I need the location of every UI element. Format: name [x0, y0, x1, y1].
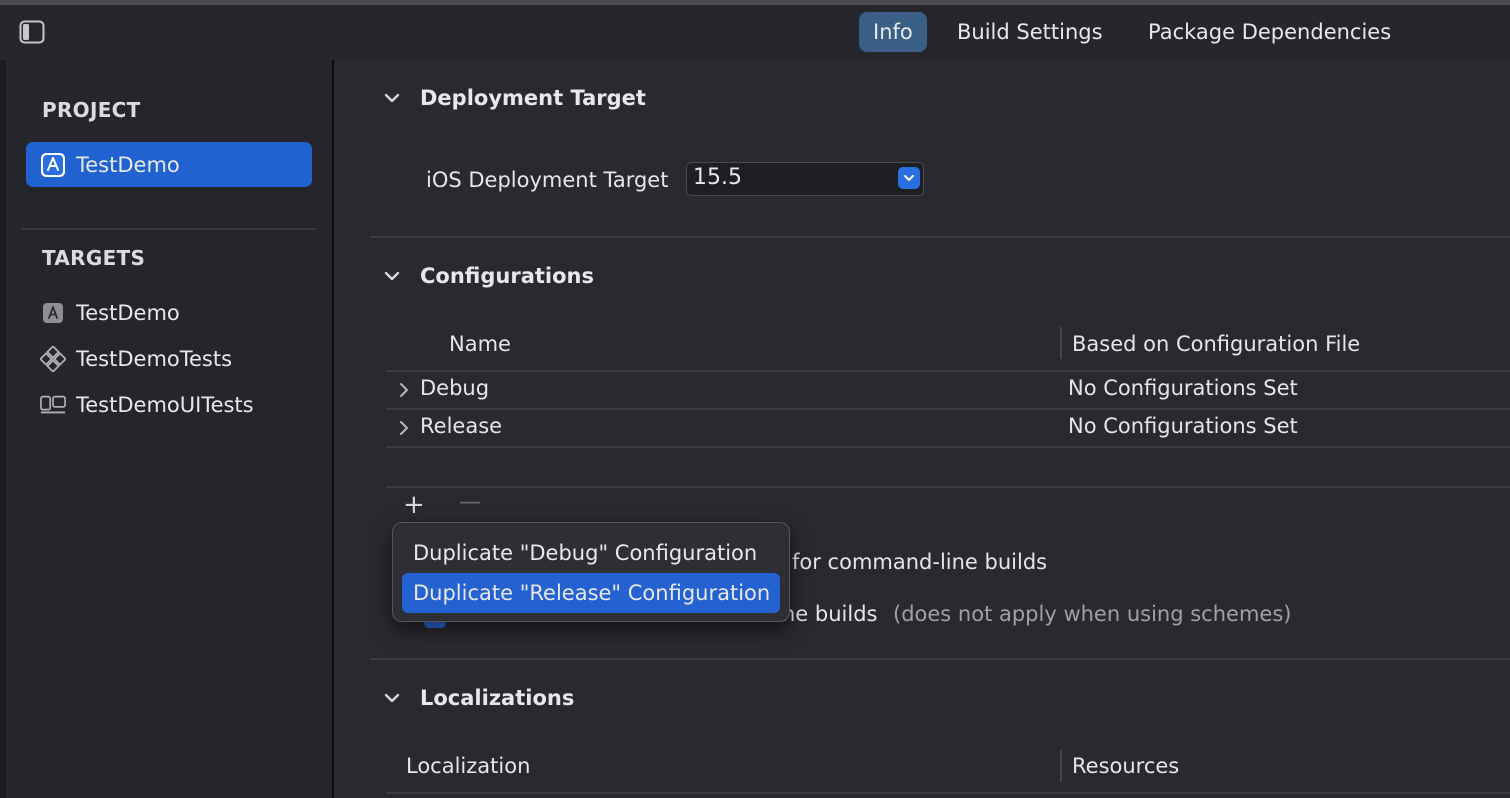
remove-configuration-button[interactable]: — — [459, 490, 481, 515]
config-name-debug: Debug — [420, 376, 490, 400]
column-divider — [1060, 750, 1062, 782]
row-divider — [386, 408, 1510, 410]
ios-deployment-target-value: 15.5 — [693, 165, 742, 190]
sidebar-item-target-testdemo[interactable]: TestDemo — [26, 290, 312, 335]
sidebar-item-label: TestDemo — [76, 152, 180, 177]
editor-toolbar: Info Build Settings Package Dependencies — [0, 5, 1510, 60]
sidebar-item-project-testdemo[interactable]: TestDemo — [26, 142, 312, 187]
sidebar-toggle-icon[interactable] — [19, 20, 45, 44]
app-target-icon — [40, 300, 66, 326]
section-divider — [370, 658, 1510, 660]
chevron-down-icon[interactable] — [384, 690, 400, 706]
add-configuration-button[interactable]: + — [403, 490, 425, 520]
chevron-down-icon — [898, 167, 920, 189]
config-file-release: No Configurations Set — [1068, 414, 1298, 438]
tab-package-dependencies[interactable]: Package Dependencies — [1134, 12, 1405, 52]
section-divider — [370, 236, 1510, 238]
ui-test-icon — [40, 392, 66, 418]
column-header-based-on[interactable]: Based on Configuration File — [1072, 332, 1360, 356]
chevron-down-icon[interactable] — [384, 268, 400, 284]
table-bottom-divider — [386, 486, 1510, 488]
column-divider — [1060, 327, 1062, 359]
app-project-icon — [40, 152, 66, 178]
schemes-note: (does not apply when using schemes) — [893, 602, 1292, 626]
sidebar-separator — [22, 228, 316, 230]
configurations-title: Configurations — [420, 264, 594, 288]
column-header-resources[interactable]: Resources — [1072, 754, 1179, 778]
deployment-target-title: Deployment Target — [420, 86, 646, 110]
add-configuration-menu: Duplicate "Debug" Configuration Duplicat… — [392, 522, 790, 622]
table-header-divider — [386, 370, 1510, 372]
ios-deployment-target-label: iOS Deployment Target — [426, 168, 669, 192]
chevron-right-icon[interactable] — [396, 420, 412, 436]
row-divider — [386, 446, 1510, 448]
sidebar-item-target-testdemouitests[interactable]: TestDemoUITests — [26, 382, 312, 427]
sidebar-item-label: TestDemo — [76, 300, 180, 325]
sidebar-item-target-testdemotests[interactable]: TestDemoTests — [26, 336, 312, 381]
config-file-debug: No Configurations Set — [1068, 376, 1298, 400]
chevron-right-icon[interactable] — [396, 382, 412, 398]
config-name-release: Release — [420, 414, 503, 438]
column-header-name[interactable]: Name — [449, 332, 511, 356]
localizations-title: Localizations — [420, 686, 575, 710]
ios-deployment-target-popup[interactable]: 15.5 — [686, 162, 924, 196]
builds-label-partial: ne builds — [782, 602, 878, 626]
tab-build-settings[interactable]: Build Settings — [943, 12, 1117, 52]
unit-test-icon — [40, 345, 66, 372]
menu-item-duplicate-debug[interactable]: Duplicate "Debug" Configuration — [402, 533, 780, 573]
cmdline-config-text: for command-line builds — [792, 550, 1048, 574]
sidebar-item-label: TestDemoTests — [76, 346, 233, 371]
column-header-localization[interactable]: Localization — [406, 754, 530, 778]
project-section-header: PROJECT — [42, 98, 141, 122]
targets-section-header: TARGETS — [42, 246, 146, 270]
chevron-down-icon[interactable] — [384, 90, 400, 106]
sidebar-item-label: TestDemoUITests — [76, 392, 254, 417]
menu-item-duplicate-release[interactable]: Duplicate "Release" Configuration — [402, 573, 780, 613]
tab-info[interactable]: Info — [859, 12, 927, 52]
table-header-divider — [386, 792, 1510, 794]
